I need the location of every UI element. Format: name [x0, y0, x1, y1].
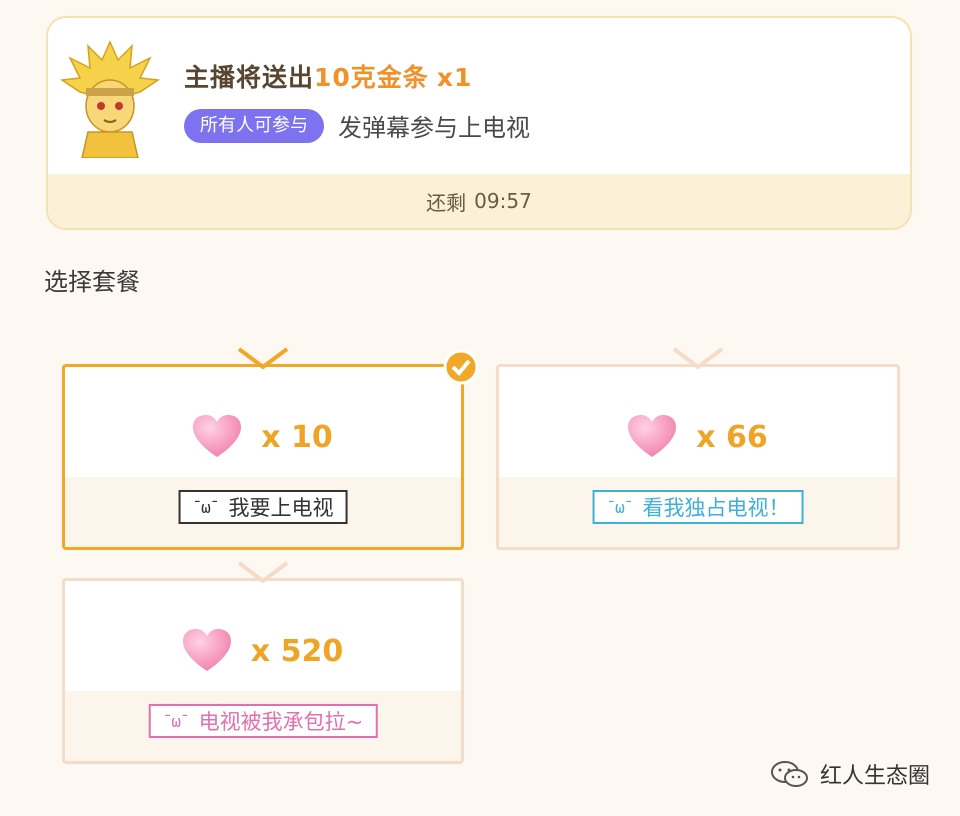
tagline-text: 看我独占电视！ [642, 496, 790, 520]
participation-row: 所有人可参与 发弹幕参与上电视 [184, 108, 530, 143]
timer-value: 09:57 [474, 189, 532, 213]
instruction-text: 发弹幕参与上电视 [338, 114, 530, 142]
package-amount-row: x 520 [65, 629, 461, 673]
package-tagline: ¯ω¯ 电视被我承包拉~ [148, 704, 378, 738]
prize-name: 10克金条 [314, 63, 429, 92]
tagline-text: 电视被我承包拉~ [198, 710, 364, 734]
package-tagline: ¯ω¯ 看我独占电视！ [592, 490, 804, 524]
package-amount-row: x 66 [499, 415, 897, 459]
package-count: x 520 [250, 633, 344, 669]
package-card-520[interactable]: x 520 ¯ω¯ 电视被我承包拉~ [62, 561, 464, 764]
package-card-66[interactable]: x 66 ¯ω¯ 看我独占电视！ [496, 347, 900, 550]
package-tagline: ¯ω¯ 我要上电视 [178, 490, 348, 524]
face-emoticon: ¯ω¯ [606, 497, 634, 517]
countdown-bar: 还剩 09:57 [48, 174, 910, 228]
heart-icon [182, 629, 231, 671]
tv-antenna-icon [237, 347, 289, 369]
watermark: 红人生态圈 [770, 758, 930, 790]
heart-icon [628, 415, 677, 457]
package-card-10[interactable]: x 10 ¯ω¯ 我要上电视 [62, 347, 479, 550]
prize-quantity: x1 [436, 63, 473, 92]
host-avatar [60, 40, 160, 158]
prize-title: 主播将送出10克金条 x1 [184, 58, 472, 94]
heart-icon [193, 415, 242, 457]
face-emoticon: ¯ω¯ [192, 497, 220, 517]
tv-antenna-icon [672, 347, 724, 369]
package-count: x 10 [261, 419, 333, 455]
section-title: 选择套餐 [44, 268, 140, 296]
timer-label: 还剩 [426, 190, 467, 215]
wechat-icon [770, 761, 808, 787]
package-count: x 66 [696, 419, 768, 455]
event-card: 主播将送出10克金条 x1 所有人可参与 发弹幕参与上电视 还剩 09:57 [46, 16, 912, 230]
face-emoticon: ¯ω¯ [162, 711, 190, 731]
watermark-text: 红人生态圈 [819, 764, 930, 789]
everyone-badge: 所有人可参与 [184, 108, 324, 143]
tv-antenna-icon [237, 561, 289, 583]
prize-prefix: 主播将送出 [184, 63, 315, 92]
tagline-text: 我要上电视 [228, 496, 334, 520]
selected-check-icon [443, 349, 479, 385]
package-amount-row: x 10 [65, 415, 461, 459]
